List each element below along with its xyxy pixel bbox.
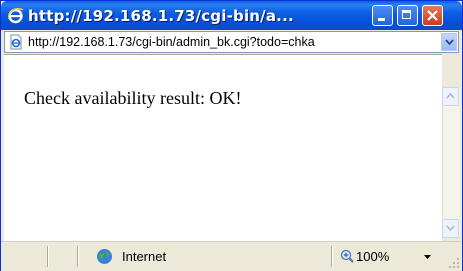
scroll-down-icon bbox=[446, 225, 455, 231]
scroll-down-button[interactable] bbox=[442, 219, 459, 238]
zoom-icon[interactable] bbox=[340, 249, 354, 263]
resize-grip-icon[interactable] bbox=[448, 257, 460, 269]
address-bar[interactable]: http://192.168.1.73/cgi-bin/admin_bk.cgi… bbox=[4, 31, 459, 53]
globe-icon bbox=[97, 249, 112, 264]
address-url[interactable]: http://192.168.1.73/cgi-bin/admin_bk.cgi… bbox=[28, 32, 442, 52]
status-divider bbox=[77, 246, 79, 267]
window-title: http://192.168.1.73/cgi-bin/a... bbox=[28, 7, 294, 25]
status-divider bbox=[331, 246, 333, 267]
status-bar: Internet 100% bbox=[1, 241, 462, 271]
title-bar[interactable]: http://192.168.1.73/cgi-bin/a... bbox=[1, 1, 462, 30]
result-message: Check availability result: OK! bbox=[24, 88, 242, 108]
address-dropdown-button[interactable] bbox=[441, 33, 457, 51]
chevron-down-icon bbox=[445, 39, 454, 46]
status-divider bbox=[47, 246, 49, 267]
close-button[interactable] bbox=[422, 5, 443, 26]
scroll-up-button[interactable] bbox=[442, 87, 459, 106]
browser-popup-window: http://192.168.1.73/cgi-bin/a... http://… bbox=[0, 0, 463, 271]
chevron-down-icon[interactable] bbox=[424, 255, 431, 259]
vertical-scrollbar[interactable] bbox=[442, 87, 460, 237]
page-icon bbox=[10, 34, 22, 50]
page-content: Check availability result: OK! bbox=[4, 54, 442, 241]
maximize-button[interactable] bbox=[397, 5, 418, 26]
scroll-up-icon bbox=[446, 93, 455, 99]
close-icon bbox=[427, 10, 438, 21]
minimize-button[interactable] bbox=[372, 5, 393, 26]
ie-logo-icon bbox=[8, 7, 24, 24]
security-zone-label: Internet bbox=[122, 249, 167, 264]
zoom-level[interactable]: 100% bbox=[356, 248, 389, 265]
